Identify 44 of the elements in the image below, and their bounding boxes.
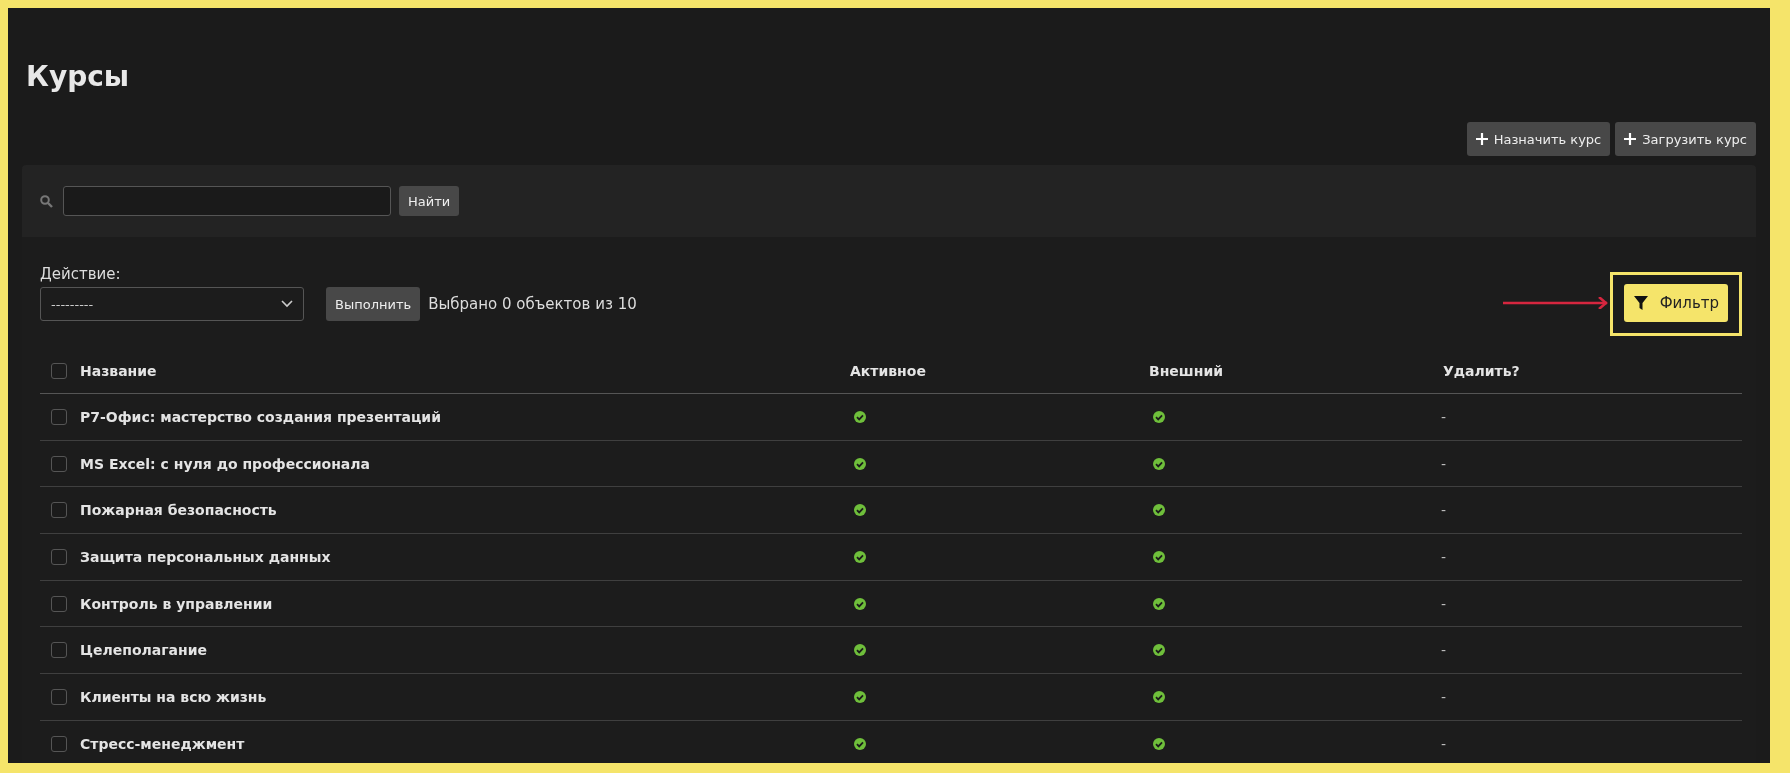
- checkbox[interactable]: [51, 642, 67, 659]
- table-cell: -: [1441, 642, 1447, 659]
- run-button[interactable]: Выполнить: [326, 287, 421, 321]
- checkbox[interactable]: [51, 548, 67, 565]
- checkbox[interactable]: [51, 408, 67, 425]
- action-select[interactable]: ---------: [40, 287, 304, 321]
- table-cell: -: [1441, 455, 1447, 472]
- table-cell: -: [1441, 408, 1447, 425]
- checkbox[interactable]: [51, 735, 67, 752]
- table-cell: -: [1441, 595, 1447, 612]
- course-name: Стресс-менеджмент: [79, 735, 245, 752]
- page-title: Курсы: [25, 59, 131, 94]
- filter-icon: [1633, 296, 1648, 310]
- add-button[interactable]: Загрузить курс: [1615, 122, 1756, 156]
- plus-icon: [1624, 133, 1637, 145]
- course-name: Пожарная безопасность: [79, 502, 277, 519]
- action-label: Действие:: [40, 265, 122, 283]
- course-name: Контроль в управлении: [79, 595, 273, 612]
- plus-icon: [1475, 133, 1488, 145]
- checkbox[interactable]: [51, 363, 67, 379]
- checkbox[interactable]: [51, 455, 67, 472]
- checkbox[interactable]: [51, 502, 67, 519]
- column-header: Внешний: [1148, 363, 1224, 379]
- course-name: Защита персональных данных: [79, 548, 331, 565]
- table-cell: -: [1441, 502, 1447, 519]
- table-cell: -: [1441, 548, 1447, 565]
- selection-info: Выбрано 0 объектов из 10: [428, 294, 637, 315]
- table-cell: -: [1441, 735, 1447, 752]
- column-header: Активное: [849, 363, 927, 379]
- search-field[interactable]: [63, 186, 391, 216]
- table-cell: -: [1441, 688, 1447, 705]
- search-icon: [40, 194, 53, 208]
- column-header: Удалить?: [1442, 363, 1521, 379]
- column-header: Название: [79, 363, 158, 379]
- course-name: Целеполагание: [79, 642, 207, 659]
- course-name: MS Excel: с нуля до профессионала: [79, 455, 370, 472]
- filter-button[interactable]: Фильтр: [1623, 284, 1728, 322]
- search-button[interactable]: Найти: [399, 186, 460, 216]
- course-name: Р7-Офис: мастерство создания презентаций: [79, 408, 441, 425]
- checkbox[interactable]: [51, 595, 67, 612]
- chevron-icon: [281, 300, 293, 308]
- checkbox[interactable]: [51, 688, 67, 705]
- add-button[interactable]: Назначить курс: [1466, 122, 1611, 156]
- course-name: Клиенты на всю жизнь: [79, 688, 267, 705]
